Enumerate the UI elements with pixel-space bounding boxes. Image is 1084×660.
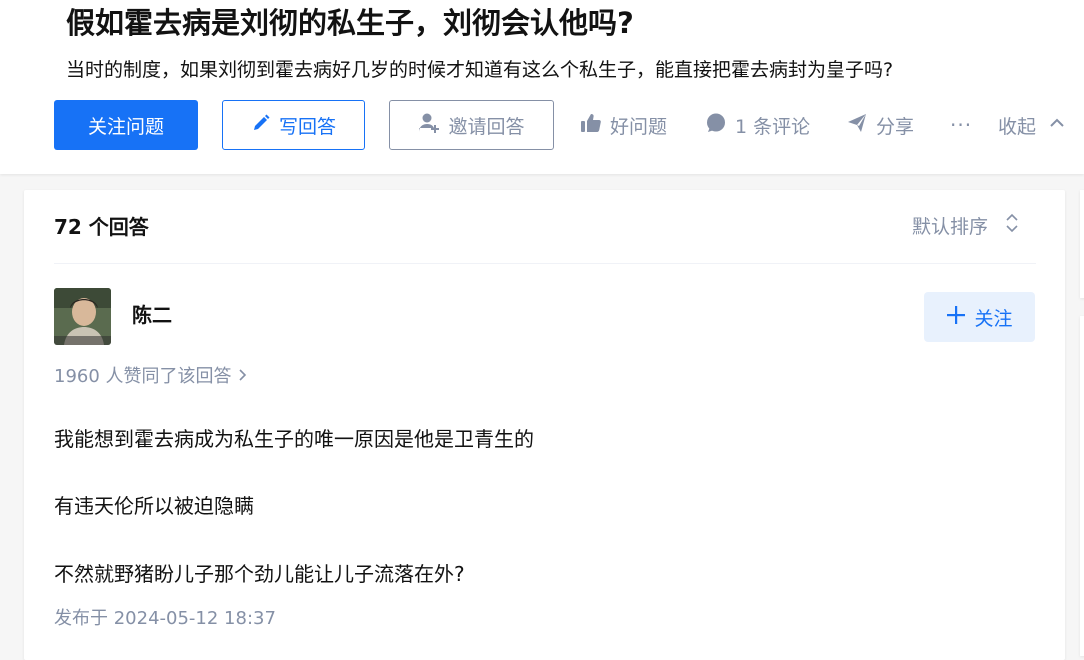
question-header: 假如霍去病是刘彻的私生子，刘彻会认他吗? 当时的制度，如果刘彻到霍去病好几岁的时… — [0, 0, 1084, 174]
comment-button[interactable]: 1 条评论 — [705, 110, 810, 140]
collapse-label: 收起 — [998, 115, 1037, 138]
chevron-right-icon — [237, 366, 247, 387]
avatar[interactable] — [54, 288, 111, 345]
write-answer-label: 写回答 — [278, 115, 336, 138]
share-label: 分享 — [876, 115, 915, 138]
sidebar-card — [1080, 316, 1084, 656]
pencil-icon — [251, 113, 279, 138]
follow-author-label: 关注 — [974, 307, 1013, 330]
publish-time[interactable]: 发布于 2024-05-12 18:37 — [54, 606, 276, 632]
follow-question-label: 关注问题 — [87, 115, 164, 138]
voters-link[interactable]: 1960 人赞同了该回答 — [54, 364, 247, 390]
voters-label: 1960 人赞同了该回答 — [54, 366, 232, 387]
comment-count-label: 1 条评论 — [735, 115, 811, 138]
follow-question-button[interactable]: 关注问题 — [54, 100, 198, 150]
sort-dropdown[interactable]: 默认排序 — [912, 213, 1020, 241]
author-name[interactable]: 陈二 — [132, 300, 172, 330]
paper-plane-icon — [846, 112, 876, 139]
sort-label: 默认排序 — [912, 216, 989, 238]
question-title: 假如霍去病是刘彻的私生子，刘彻会认他吗? — [66, 6, 634, 40]
answer-paragraph: 有违天伦所以被迫隐瞒 — [54, 494, 254, 518]
good-question-label: 好问题 — [610, 115, 668, 138]
more-button[interactable]: ··· — [950, 110, 972, 140]
sort-updown-icon — [988, 213, 1020, 241]
comment-bubble-icon — [705, 112, 735, 139]
good-question-button[interactable]: 好问题 — [580, 110, 667, 140]
question-detail: 当时的制度，如果刘彻到霍去病好几岁的时候才知道有这么个私生子，能直接把霍去病封为… — [66, 59, 894, 81]
invite-answer-label: 邀请回答 — [448, 115, 525, 138]
follow-author-button[interactable]: 关注 — [924, 292, 1035, 342]
invite-user-icon — [418, 112, 448, 139]
write-answer-button[interactable]: 写回答 — [222, 100, 365, 150]
invite-answer-button[interactable]: 邀请回答 — [389, 100, 554, 150]
more-dots-icon: ··· — [950, 113, 973, 137]
chevron-up-icon — [1036, 114, 1066, 137]
answer-paragraph: 我能想到霍去病成为私生子的唯一原因是他是卫青生的 — [54, 427, 534, 451]
answer-paragraph: 不然就野猪盼儿子那个劲儿能让儿子流落在外? — [54, 562, 465, 586]
plus-icon — [946, 305, 974, 330]
collapse-button[interactable]: 收起 — [998, 110, 1066, 140]
thumbs-up-icon — [580, 112, 610, 139]
divider — [54, 263, 1036, 264]
answers-count: 72 个回答 — [54, 215, 149, 239]
share-button[interactable]: 分享 — [846, 110, 914, 140]
sidebar-card — [1080, 190, 1084, 298]
